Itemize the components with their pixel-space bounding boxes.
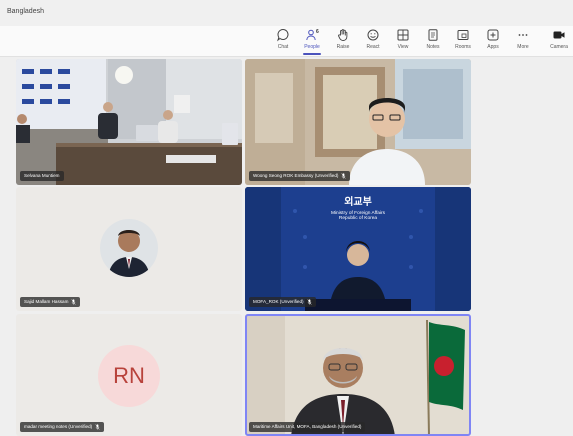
chat-button[interactable]: Chat — [270, 28, 296, 54]
mofa-korean-title: 외교부 — [344, 197, 372, 208]
view-button[interactable]: View — [390, 28, 416, 54]
muted-microphone-icon — [71, 299, 76, 305]
hand-icon — [338, 29, 348, 41]
chat-label: Chat — [277, 44, 289, 50]
notes-button[interactable]: Notes — [420, 28, 446, 54]
more-icon — [518, 34, 528, 36]
participant-name: Maritime Affairs Unit, MOFA, Bangladesh … — [253, 424, 362, 429]
raise-hand-button[interactable]: Raise — [330, 28, 356, 54]
participant-tile-5[interactable]: RN madar meeting notes (Unverified) — [16, 314, 242, 436]
smile-icon — [367, 29, 379, 41]
participant-tile-3[interactable]: Sajid Mallam Hassam — [16, 187, 242, 311]
more-label: More — [517, 44, 529, 50]
nameplate: Sajid Mallam Hassam — [20, 297, 81, 307]
nameplate: madar meeting notes (Unverified) — [20, 422, 105, 432]
notes-icon — [428, 29, 438, 41]
maritime-affairs-video — [245, 314, 471, 436]
rooms-button[interactable]: Rooms — [450, 28, 476, 54]
conference-room-video — [16, 59, 242, 185]
apps-label: Apps — [487, 44, 499, 50]
rooms-icon — [457, 30, 469, 40]
nameplate: Woong Seong ROK Embassy (Unverified) — [249, 171, 351, 181]
people-button[interactable]: 6 People — [299, 28, 325, 55]
nameplate: MOFA_ROK (Unverified) — [249, 297, 316, 307]
rooms-label: Rooms — [455, 44, 471, 50]
participant-tile-2[interactable]: Woong Seong ROK Embassy (Unverified) — [245, 59, 471, 185]
participant-name: Woong Seong ROK Embassy (Unverified) — [253, 173, 339, 178]
participant-name: madar meeting notes (Unverified) — [24, 424, 93, 429]
muted-microphone-icon — [306, 299, 312, 305]
nameplate: Selvana Muntiem — [20, 171, 64, 181]
nameplate: Maritime Affairs Unit, MOFA, Bangladesh … — [249, 422, 366, 432]
react-label: React — [366, 44, 380, 50]
participant-tile-4[interactable]: 외교부 Ministry of Foreign Affairs Republic… — [245, 187, 471, 311]
embassy-participant-video — [245, 59, 471, 185]
chat-icon — [277, 29, 289, 42]
more-button[interactable]: More — [510, 28, 536, 54]
people-count: 6 — [316, 29, 319, 35]
muted-microphone-icon — [95, 424, 100, 430]
grid-icon — [397, 29, 409, 41]
apps-button[interactable]: Apps — [480, 28, 506, 54]
participant-name: MOFA_ROK (Unverified) — [253, 299, 304, 304]
participant-avatar — [100, 219, 158, 277]
camera-label: Camera — [550, 44, 568, 50]
initials-avatar: RN — [98, 345, 160, 407]
participant-tile-1[interactable]: Selvana Muntiem — [16, 59, 242, 185]
mofa-line-2: Republic of Korea — [338, 216, 378, 221]
muted-microphone-icon — [341, 173, 347, 179]
react-button[interactable]: React — [360, 28, 386, 54]
notes-label: Notes — [426, 44, 440, 50]
apps-icon — [487, 29, 499, 41]
participant-name: Sajid Mallam Hassam — [24, 299, 69, 304]
video-grid: Selvana Muntiem Woong Seong ROK Embassy … — [0, 57, 573, 436]
view-label: View — [397, 44, 409, 50]
participant-name: Selvana Muntiem — [24, 173, 60, 178]
people-label: People — [304, 44, 320, 50]
mofa-backdrop-text: 외교부 Ministry of Foreign Affairs Republic… — [245, 193, 471, 221]
avatar-photo — [100, 219, 158, 277]
camera-icon — [553, 31, 565, 39]
title-bar: Bangladesh — [0, 0, 573, 27]
camera-button[interactable]: Camera — [546, 28, 572, 54]
participant-tile-6[interactable]: Maritime Affairs Unit, MOFA, Bangladesh … — [245, 314, 471, 436]
raise-label: Raise — [336, 44, 350, 50]
meeting-toolbar: Chat 6 People Raise React View Notes Roo… — [0, 26, 573, 57]
window-title: Bangladesh — [7, 8, 44, 15]
